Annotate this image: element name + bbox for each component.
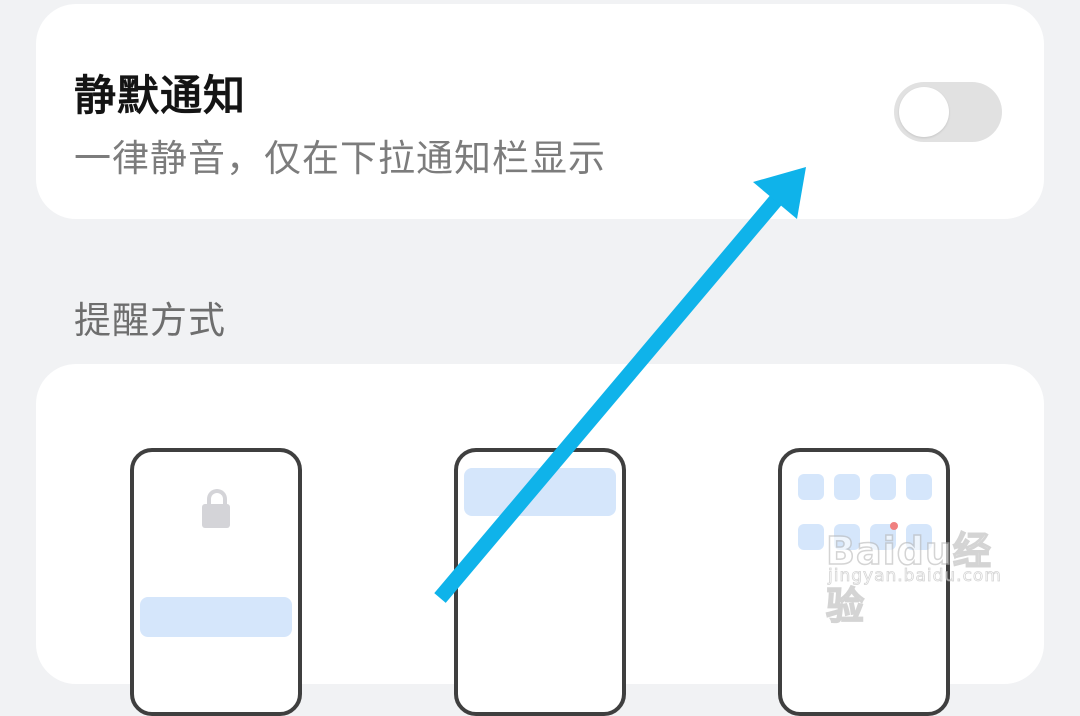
app-icon xyxy=(798,474,824,500)
home-badge-option[interactable] xyxy=(778,448,950,716)
lock-screen-option[interactable] xyxy=(130,448,302,716)
app-icon xyxy=(870,474,896,500)
silent-notification-card: 静默通知 一律静音，仅在下拉通知栏显示 xyxy=(36,4,1044,219)
lock-icon-body xyxy=(202,504,230,528)
app-icon xyxy=(834,524,860,550)
app-icon xyxy=(834,474,860,500)
banner-notification-preview xyxy=(464,468,616,516)
lock-screen-notification-preview xyxy=(140,597,292,637)
app-icon xyxy=(906,474,932,500)
banner-option[interactable] xyxy=(454,448,626,716)
alert-style-card xyxy=(36,364,1044,716)
toggle-knob xyxy=(899,87,949,137)
silent-notification-toggle[interactable] xyxy=(894,82,1002,142)
badge-icon xyxy=(890,522,898,530)
app-icon xyxy=(906,524,932,550)
silent-notification-description: 一律静音，仅在下拉通知栏显示 xyxy=(74,137,606,180)
app-icon xyxy=(798,524,824,550)
alert-style-header: 提醒方式 xyxy=(74,299,226,342)
silent-notification-title: 静默通知 xyxy=(74,71,247,120)
